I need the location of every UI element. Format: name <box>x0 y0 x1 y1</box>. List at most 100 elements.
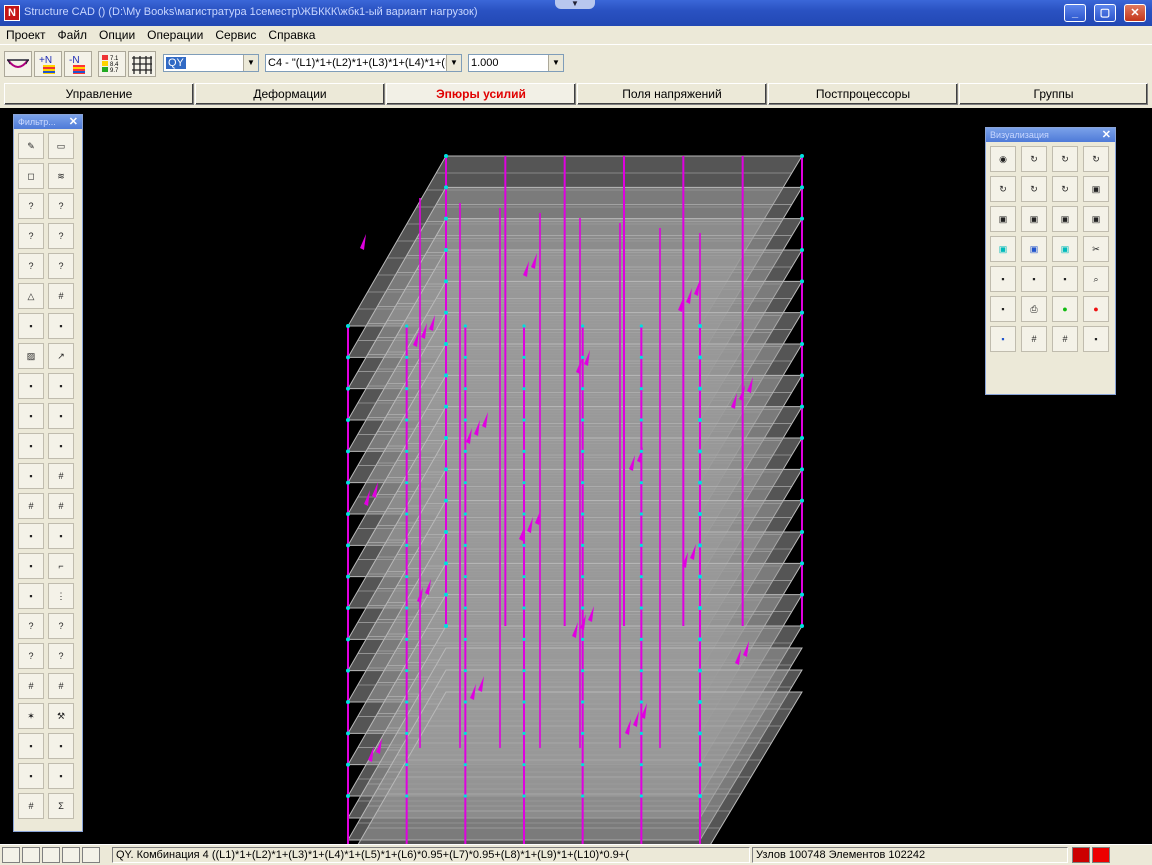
rotate-xy-button[interactable]: ↻ <box>1021 176 1047 202</box>
minimize-button[interactable]: _ <box>1064 4 1086 22</box>
palette-title-bar[interactable]: Фильтр... ✕ <box>14 115 82 129</box>
screen-blue-button[interactable]: ▪ <box>990 326 1016 352</box>
node-g-button[interactable]: ? <box>48 613 74 639</box>
rotate-x2-button[interactable]: ↻ <box>1052 146 1078 172</box>
node-n-button[interactable]: ? <box>48 223 74 249</box>
box-top-button[interactable]: ▣ <box>1052 206 1078 232</box>
cross-2-button[interactable]: ▪ <box>48 313 74 339</box>
palette-title-bar[interactable]: Визуализация ✕ <box>986 128 1115 142</box>
menu-item-service[interactable]: Сервис <box>209 26 262 44</box>
cross-1-button[interactable]: ▪ <box>18 313 44 339</box>
tab-stress-fields[interactable]: Поля напряжений <box>577 83 767 105</box>
fragment-button[interactable]: ▪ <box>1021 266 1047 292</box>
spring-button[interactable]: ≋ <box>48 163 74 189</box>
load-combination-select[interactable]: C4 - "(L1)*1+(L2)*1+(L3)*1+(L4)*1+(L5 ▼ <box>265 54 462 72</box>
frame-button[interactable] <box>128 51 156 77</box>
node-g2-button[interactable]: ? <box>18 643 44 669</box>
n-minus-button[interactable]: -N <box>64 51 92 77</box>
triangle-button[interactable]: △ <box>18 283 44 309</box>
box-cyan-button[interactable]: ▣ <box>990 236 1016 262</box>
node-x-button[interactable]: ? <box>48 193 74 219</box>
undo-gray-button[interactable]: ▪ <box>1083 326 1109 352</box>
arrow-f-button[interactable]: ▪ <box>18 403 44 429</box>
model-viewport[interactable]: Фильтр... ✕ ✎ ▭ ◻ ≋?????? △ # ▪ ▪ ▨ ↗ ▪ ▪ ▪ ▪ ▪ ▪ ▪ # # # ▪ ▪ ▪… <box>0 108 1152 844</box>
n-plus-button[interactable]: +N <box>34 51 62 77</box>
ball-red-button[interactable]: ● <box>1083 296 1109 322</box>
diagram-button[interactable] <box>4 51 32 77</box>
arrow-button[interactable]: ↗ <box>48 343 74 369</box>
layers-down-button[interactable]: ▪ <box>1052 266 1078 292</box>
ruler-2-button[interactable]: ▪ <box>18 523 44 549</box>
grid-y-button[interactable]: # <box>18 793 44 819</box>
dim-2-button[interactable]: ▪ <box>48 373 74 399</box>
shape-3-button[interactable]: ▪ <box>18 553 44 579</box>
tab-postprocessors[interactable]: Постпроцессоры <box>768 83 958 105</box>
box-side-button[interactable]: ▣ <box>1021 206 1047 232</box>
grid-green-button[interactable]: # <box>1052 326 1078 352</box>
close-icon[interactable]: ✕ <box>69 115 78 129</box>
grid-red-button[interactable]: # <box>48 673 74 699</box>
sum-button[interactable]: Σ <box>48 793 74 819</box>
box-3d-button[interactable]: ▣ <box>1083 176 1109 202</box>
maximize-button[interactable]: ▢ <box>1094 4 1116 22</box>
rotate-xz-button[interactable]: ↻ <box>1052 176 1078 202</box>
ruler-3-button[interactable]: ▪ <box>48 523 74 549</box>
pencil-button[interactable]: ✎ <box>18 133 44 159</box>
no-entry-button[interactable]: ▪ <box>990 296 1016 322</box>
box-front-button[interactable]: ▣ <box>990 206 1016 232</box>
layers-button[interactable]: ▪ <box>18 763 44 789</box>
tab-force-diagrams[interactable]: Эпюры усилий <box>386 83 576 105</box>
globe-button[interactable]: ◉ <box>990 146 1016 172</box>
node-1-button[interactable]: ? <box>18 193 44 219</box>
menu-item-file[interactable]: Файл <box>52 26 94 44</box>
rotate-x-button[interactable]: ↻ <box>1021 146 1047 172</box>
grid-b-button[interactable]: # <box>48 493 74 519</box>
status-tool-5-button[interactable] <box>82 847 100 863</box>
printer-button[interactable]: ⎙ <box>1021 296 1047 322</box>
ball-green-button[interactable]: ● <box>1052 296 1078 322</box>
wrench-button[interactable]: ⚒ <box>48 703 74 729</box>
scissors-button[interactable]: ✂ <box>1083 236 1109 262</box>
menu-item-operations[interactable]: Операции <box>141 26 209 44</box>
ruler-button[interactable]: ▪ <box>48 433 74 459</box>
xy-axis-button[interactable]: ▪ <box>18 463 44 489</box>
grid-pink-button[interactable]: # <box>1021 326 1047 352</box>
node-n2-button[interactable]: ? <box>18 613 44 639</box>
title-bar[interactable]: N Structure CAD () (D:\My Books\магистра… <box>0 0 1152 26</box>
hatch-button[interactable]: ▨ <box>18 343 44 369</box>
status-tool-3-button[interactable] <box>42 847 60 863</box>
status-tool-2-button[interactable] <box>22 847 40 863</box>
force-type-select[interactable]: QY ▼ <box>163 54 259 72</box>
title-tab-handle[interactable]: ▼ <box>555 0 595 9</box>
node-te-button[interactable]: ? <box>18 253 44 279</box>
stack-button[interactable]: ▪ <box>18 583 44 609</box>
box-blue-button[interactable]: ▣ <box>1021 236 1047 262</box>
scale-values-button[interactable]: 7.1 8.4 9.7 <box>98 51 126 77</box>
brush-button[interactable]: ⌐ <box>48 553 74 579</box>
grid-color-button[interactable]: # <box>48 463 74 489</box>
zoom-button[interactable]: ⌕ <box>1083 266 1109 292</box>
star-button[interactable]: ✶ <box>18 703 44 729</box>
model-canvas[interactable] <box>0 108 1152 844</box>
status-tool-1-button[interactable] <box>2 847 20 863</box>
node-vne-button[interactable]: ? <box>18 223 44 249</box>
rotate-z-button[interactable]: ↻ <box>1083 146 1109 172</box>
grid-pink-button[interactable]: # <box>18 493 44 519</box>
frame-grid-button[interactable]: ▪ <box>990 266 1016 292</box>
eraser-button[interactable]: ▭ <box>48 133 74 159</box>
node-x2-button[interactable]: ? <box>48 643 74 669</box>
rotate-y-button[interactable]: ↻ <box>990 176 1016 202</box>
menu-item-help[interactable]: Справка <box>262 26 321 44</box>
menu-item-project[interactable]: Проект <box>0 26 52 44</box>
tab-deformations[interactable]: Деформации <box>195 83 385 105</box>
arrow-m-button[interactable]: ▪ <box>18 433 44 459</box>
close-icon[interactable]: ✕ <box>1102 128 1111 142</box>
tab-groups[interactable]: Группы <box>959 83 1148 105</box>
status-tool-4-button[interactable] <box>62 847 80 863</box>
box-teal-button[interactable]: ▣ <box>1052 236 1078 262</box>
beam-g-button[interactable]: ▪ <box>48 733 74 759</box>
tab-control[interactable]: Управление <box>4 83 194 105</box>
dim-1-button[interactable]: ▪ <box>18 373 44 399</box>
close-button[interactable]: ✕ <box>1124 4 1146 22</box>
grid-plain-button[interactable]: # <box>18 673 44 699</box>
